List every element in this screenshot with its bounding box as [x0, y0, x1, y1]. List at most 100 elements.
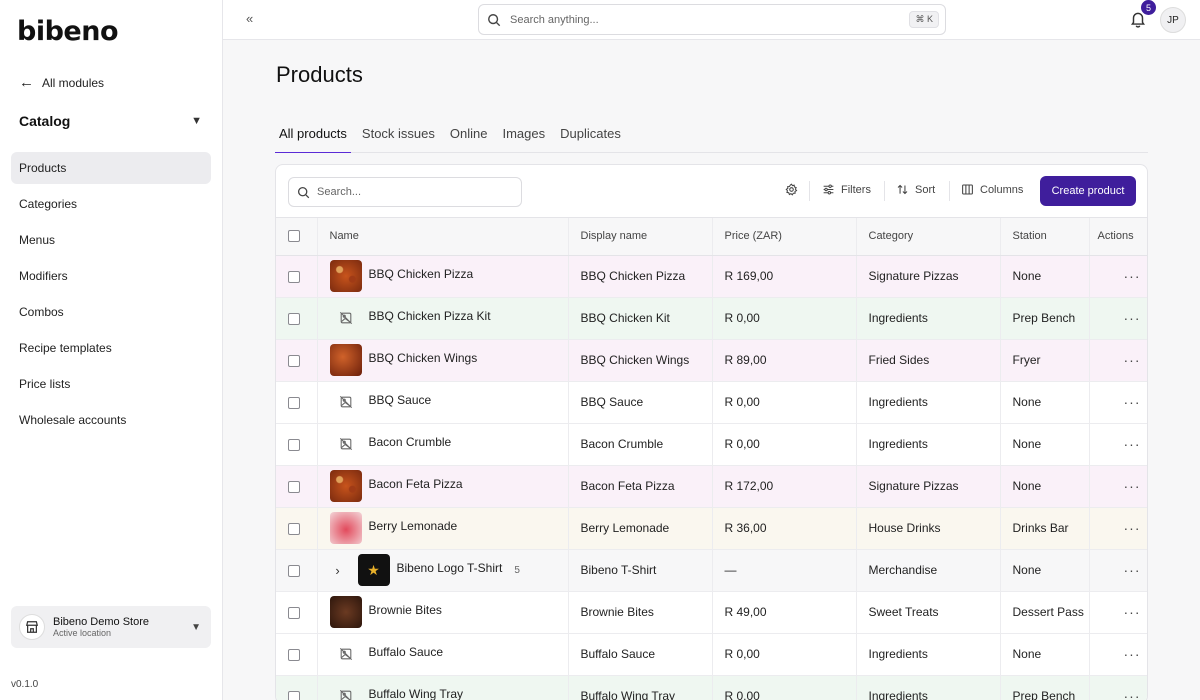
create-product-button[interactable]: Create product: [1040, 176, 1136, 206]
product-name[interactable]: Buffalo Sauce: [369, 645, 444, 659]
columns-button[interactable]: Columns: [961, 183, 1023, 196]
category-cell: Merchandise: [856, 549, 1001, 592]
tab-stock-issues[interactable]: Stock issues: [358, 116, 439, 153]
station-cell: Prep Bench: [1000, 675, 1090, 700]
sidebar-item-menus[interactable]: Menus: [11, 224, 211, 256]
sidebar-item-categories[interactable]: Categories: [11, 188, 211, 220]
product-name[interactable]: Bacon Feta Pizza: [369, 477, 463, 491]
product-name[interactable]: Bibeno Logo T-Shirt: [397, 561, 503, 575]
more-actions-icon[interactable]: ···: [1102, 268, 1141, 284]
row-select-cell: [276, 297, 318, 340]
actions-cell: ···: [1089, 381, 1147, 424]
name-cell: Bacon Feta Pizza: [317, 465, 569, 508]
global-search-input[interactable]: [510, 13, 910, 26]
more-actions-icon[interactable]: ···: [1102, 646, 1141, 662]
more-actions-icon[interactable]: ···: [1102, 562, 1141, 578]
product-name[interactable]: BBQ Chicken Wings: [369, 351, 478, 365]
tab-images[interactable]: Images: [498, 116, 549, 153]
sort-button[interactable]: Sort: [896, 183, 935, 196]
price-cell: R 169,00: [712, 255, 857, 298]
arrow-left-icon: ←: [19, 74, 34, 91]
row-checkbox[interactable]: [288, 690, 300, 700]
column-header-station[interactable]: Station: [1000, 218, 1090, 256]
row-checkbox[interactable]: [288, 480, 300, 493]
store-switcher[interactable]: Bibeno Demo Store Active location ▼: [11, 606, 211, 648]
sidebar-item-products[interactable]: Products: [11, 152, 211, 184]
product-name[interactable]: BBQ Sauce: [369, 393, 432, 407]
row-checkbox[interactable]: [288, 564, 300, 577]
collapse-sidebar-icon[interactable]: «: [246, 11, 253, 26]
table-row[interactable]: Berry Lemonade Berry Lemonade R 36,00 House…: [276, 507, 1147, 550]
sidebar-item-recipe-templates[interactable]: Recipe templates: [11, 332, 211, 364]
table-row[interactable]: Bacon Crumble Bacon Crumble R 0,00 Ingredie…: [276, 423, 1147, 466]
table-row[interactable]: BBQ Sauce BBQ Sauce R 0,00 Ingredients None ·…: [276, 381, 1147, 424]
select-all-checkbox[interactable]: [288, 230, 300, 243]
display-name-cell: BBQ Sauce: [568, 381, 713, 424]
more-actions-icon[interactable]: ···: [1102, 688, 1141, 700]
row-checkbox[interactable]: [288, 354, 300, 367]
more-actions-icon[interactable]: ···: [1102, 436, 1141, 452]
more-actions-icon[interactable]: ···: [1102, 310, 1141, 326]
row-checkbox[interactable]: [288, 522, 300, 535]
table-row[interactable]: Brownie Bites Brownie Bites R 49,00 Sweet T…: [276, 591, 1147, 634]
column-header-display-name[interactable]: Display name: [568, 218, 713, 256]
sidebar-item-modifiers[interactable]: Modifiers: [11, 260, 211, 292]
product-name[interactable]: BBQ Chicken Pizza Kit: [369, 309, 491, 323]
product-name[interactable]: Berry Lemonade: [369, 519, 458, 533]
more-actions-icon[interactable]: ···: [1102, 352, 1141, 368]
row-select-cell: [276, 675, 318, 700]
table-row[interactable]: BBQ Chicken Pizza Kit BBQ Chicken Kit R 0,…: [276, 297, 1147, 340]
product-name[interactable]: Bacon Crumble: [369, 435, 452, 449]
tab-duplicates[interactable]: Duplicates: [556, 116, 625, 153]
row-checkbox[interactable]: [288, 438, 300, 451]
filters-button[interactable]: Filters: [822, 183, 871, 196]
actions-cell: ···: [1089, 507, 1147, 550]
product-name[interactable]: BBQ Chicken Pizza: [369, 267, 474, 281]
table-row[interactable]: › ★ Bibeno Logo T-Shirt 5 Bibeno T-Shirt — Mer…: [276, 549, 1147, 592]
row-checkbox[interactable]: [288, 270, 300, 283]
table-row[interactable]: BBQ Chicken Wings BBQ Chicken Wings R 89,0…: [276, 339, 1147, 382]
column-header-name[interactable]: Name: [317, 218, 569, 256]
category-cell: Sweet Treats: [856, 591, 1001, 634]
row-checkbox[interactable]: [288, 396, 300, 409]
more-actions-icon[interactable]: ···: [1102, 478, 1141, 494]
sidebar-item-price-lists[interactable]: Price lists: [11, 368, 211, 400]
name-cell: › ★ Bibeno Logo T-Shirt 5: [317, 549, 569, 592]
column-header-price[interactable]: Price (ZAR): [712, 218, 857, 256]
tab-all-products[interactable]: All products: [275, 116, 351, 153]
actions-cell: ···: [1089, 549, 1147, 592]
global-search[interactable]: ⌘ K: [478, 4, 946, 35]
product-name[interactable]: Brownie Bites: [369, 603, 442, 617]
sidebar-item-combos[interactable]: Combos: [11, 296, 211, 328]
table-search[interactable]: [288, 177, 522, 207]
actions-cell: ···: [1089, 675, 1147, 700]
more-actions-icon[interactable]: ···: [1102, 604, 1141, 620]
name-cell: BBQ Chicken Wings: [317, 339, 569, 382]
row-checkbox[interactable]: [288, 606, 300, 619]
avatar[interactable]: JP: [1160, 7, 1186, 33]
category-cell: Ingredients: [856, 675, 1001, 700]
table-row[interactable]: BBQ Chicken Pizza BBQ Chicken Pizza R 169,…: [276, 255, 1147, 298]
display-name-cell: BBQ Chicken Wings: [568, 339, 713, 382]
table-row[interactable]: Buffalo Wing Tray Buffalo Wing Tray R 0,00…: [276, 675, 1147, 700]
row-checkbox[interactable]: [288, 312, 300, 325]
tab-online[interactable]: Online: [446, 116, 492, 153]
expand-variants-icon[interactable]: ›: [330, 563, 346, 578]
variant-count: 5: [514, 564, 520, 576]
more-actions-icon[interactable]: ···: [1102, 520, 1141, 536]
display-name-cell: Buffalo Wing Tray: [568, 675, 713, 700]
all-modules-link[interactable]: ← All modules: [19, 75, 104, 90]
catalog-section-toggle[interactable]: Catalog ▼: [19, 110, 202, 132]
column-header-category[interactable]: Category: [856, 218, 1001, 256]
table-header-row: Name Display name Price (ZAR) Category S…: [276, 218, 1147, 256]
sidebar-item-wholesale-accounts[interactable]: Wholesale accounts: [11, 404, 211, 436]
more-actions-icon[interactable]: ···: [1102, 394, 1141, 410]
app-version: v0.1.0: [11, 679, 39, 690]
brand-logo[interactable]: bibeno: [17, 16, 119, 47]
product-name[interactable]: Buffalo Wing Tray: [369, 687, 464, 700]
table-settings-button[interactable]: [785, 183, 798, 196]
table-row[interactable]: Buffalo Sauce Buffalo Sauce R 0,00 Ingredie…: [276, 633, 1147, 676]
table-row[interactable]: Bacon Feta Pizza Bacon Feta Pizza R 172,00…: [276, 465, 1147, 508]
table-search-input[interactable]: [317, 186, 521, 198]
row-checkbox[interactable]: [288, 648, 300, 661]
